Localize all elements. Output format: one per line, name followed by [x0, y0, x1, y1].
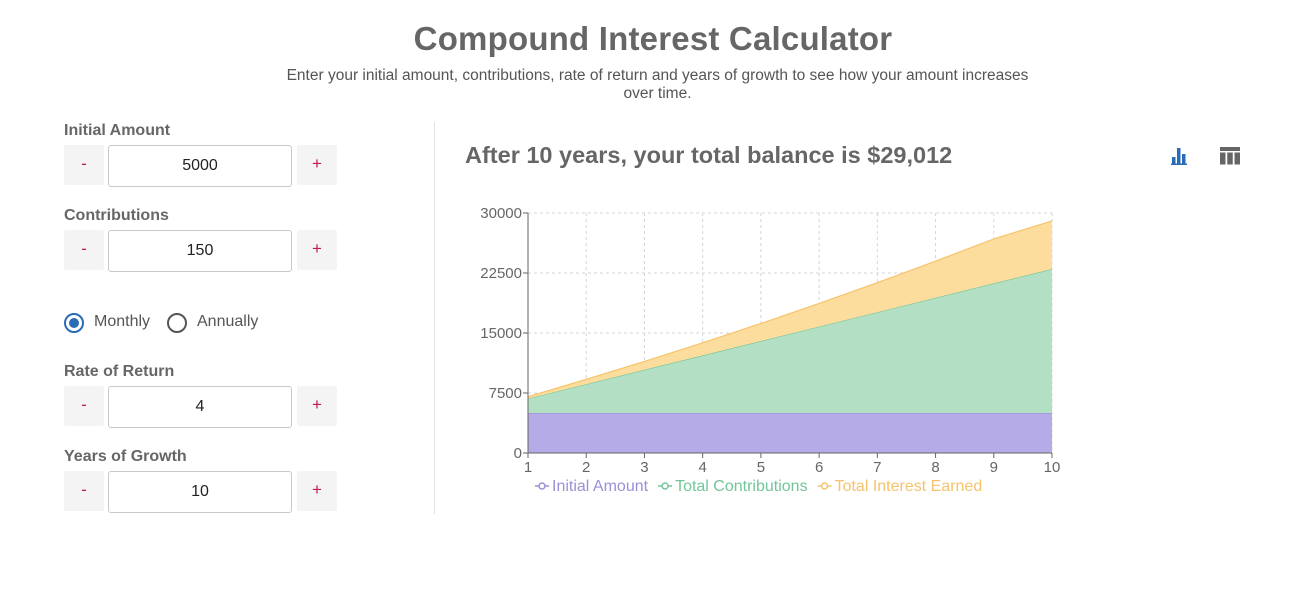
rate-of-return-decrement-button[interactable]: - — [64, 386, 104, 426]
x-tick-label: 6 — [815, 459, 823, 476]
x-tick-label: 8 — [931, 459, 939, 476]
x-tick-label: 4 — [698, 459, 706, 476]
legend-initial-amount-label: Initial Amount — [552, 478, 649, 495]
page-subtitle: Enter your initial amount, contributions… — [286, 67, 1029, 102]
legend-total-interest-marker — [820, 482, 829, 490]
years-of-growth-input[interactable] — [108, 471, 292, 513]
x-tick-label: 7 — [873, 459, 881, 476]
rate-of-return-input[interactable] — [108, 386, 292, 428]
legend-initial-amount-marker — [538, 482, 546, 490]
annually-radio-label[interactable]: Annually — [197, 313, 258, 331]
contributions-increment-button[interactable]: + — [297, 230, 337, 270]
y-tick-label: 15000 — [480, 325, 522, 342]
x-tick-label: 3 — [640, 459, 648, 476]
contributions-label: Contributions — [64, 207, 169, 224]
panel-divider — [434, 122, 435, 514]
y-tick-label: 22500 — [480, 265, 522, 282]
years-of-growth-increment-button[interactable]: + — [297, 471, 337, 511]
x-tick-label: 1 — [524, 459, 532, 476]
rate-of-return-increment-button[interactable]: + — [297, 386, 337, 426]
monthly-radio-label[interactable]: Monthly — [94, 313, 150, 331]
total-contributions-area — [528, 269, 1052, 413]
monthly-radio[interactable] — [64, 313, 84, 333]
years-of-growth-decrement-button[interactable]: - — [64, 471, 104, 511]
initial-amount-label: Initial Amount — [64, 122, 171, 139]
x-tick-label: 9 — [990, 459, 998, 476]
initial-amount-decrement-button[interactable]: - — [64, 145, 104, 185]
legend-total-contributions-label: Total Contributions — [675, 478, 808, 495]
legend-total-contributions-marker — [661, 482, 669, 490]
y-tick-label: 0 — [514, 445, 522, 462]
initial-amount-area — [528, 413, 1052, 453]
x-tick-label: 2 — [582, 459, 590, 476]
contributions-input[interactable] — [108, 230, 292, 272]
x-tick-label: 5 — [757, 459, 765, 476]
legend-total-interest-label: Total Interest Earned — [835, 478, 983, 495]
rate-of-return-label: Rate of Return — [64, 363, 175, 380]
balance-area-chart: 0 7500 15000 22500 30000 1 2 3 4 5 6 7 8 9 10 Initial A… — [480, 205, 1061, 495]
page-title: Compound Interest Calculator — [413, 20, 893, 57]
contributions-decrement-button[interactable]: - — [64, 230, 104, 270]
result-summary-title: After 10 years, your total balance is $2… — [465, 142, 953, 168]
annually-radio[interactable] — [167, 313, 187, 333]
years-of-growth-label: Years of Growth — [64, 448, 187, 465]
y-tick-label: 30000 — [480, 205, 522, 222]
initial-amount-increment-button[interactable]: + — [297, 145, 337, 185]
x-tick-label: 10 — [1044, 459, 1061, 476]
initial-amount-input[interactable] — [108, 145, 292, 187]
y-tick-label: 7500 — [489, 385, 522, 402]
table-icon[interactable] — [1218, 144, 1242, 168]
bar-chart-icon[interactable] — [1168, 144, 1192, 168]
